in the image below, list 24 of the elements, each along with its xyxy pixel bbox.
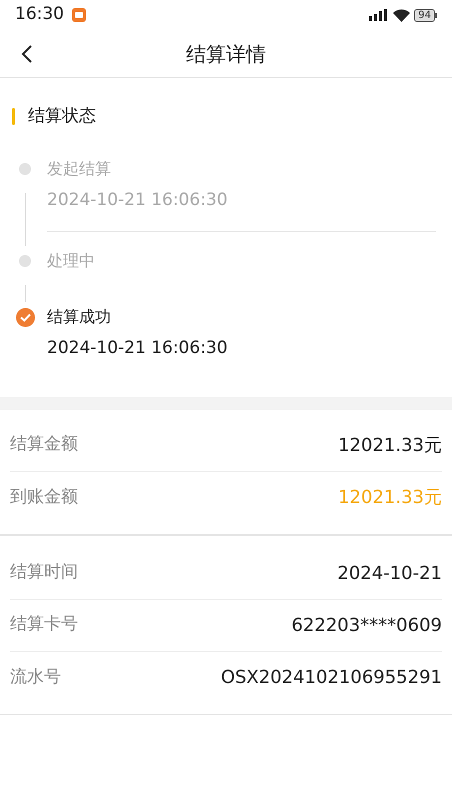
back-icon[interactable] xyxy=(20,44,34,64)
status-time: 16:30 xyxy=(15,3,64,26)
row-label: 结算金额 xyxy=(10,433,78,456)
step-time: 2024-10-21 16:06:30 xyxy=(47,188,229,212)
row-value: 12021.33元 xyxy=(338,486,442,510)
step-time: 2024-10-21 16:06:30 xyxy=(47,336,229,360)
row-value: 2024-10-21 xyxy=(337,562,442,586)
row-label: 结算卡号 xyxy=(10,613,78,636)
row-value: 12021.33元 xyxy=(338,434,442,458)
page-title: 结算详情 xyxy=(186,40,266,68)
row-value: 622203****0609 xyxy=(291,614,442,638)
wifi-icon xyxy=(393,8,410,22)
battery-icon: 94 xyxy=(414,8,437,22)
step-title: 处理中 xyxy=(47,250,96,272)
step-title: 结算成功 xyxy=(47,306,112,328)
signal-icon xyxy=(369,9,390,21)
row-label: 结算时间 xyxy=(10,561,78,584)
section-title: 结算状态 xyxy=(28,105,96,128)
row-value: OSX2024102106955291 xyxy=(220,666,442,690)
notification-icon xyxy=(72,8,86,22)
row-label: 流水号 xyxy=(10,666,61,689)
row-label: 到账金额 xyxy=(10,486,78,509)
section-marker xyxy=(12,108,15,126)
step-title: 发起结算 xyxy=(47,158,112,180)
